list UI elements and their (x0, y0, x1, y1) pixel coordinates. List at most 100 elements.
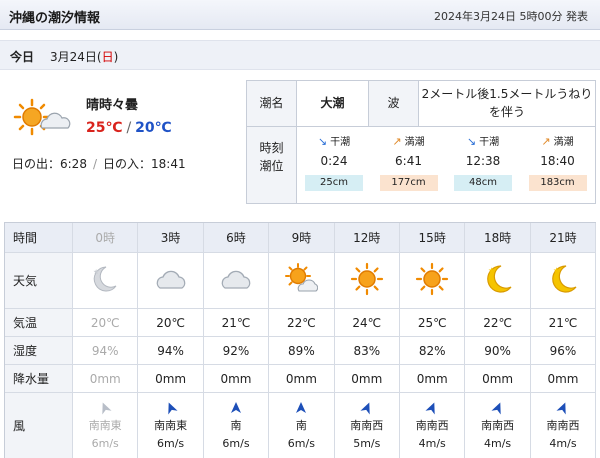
wind-speed: 6m/s (222, 436, 250, 450)
tide-time: 18:40 (540, 154, 575, 168)
weather-cell (269, 253, 335, 308)
tide-height: 183cm (528, 175, 587, 191)
date-suffix: ) (113, 50, 119, 64)
hour-label: 21時 (530, 223, 597, 252)
wind-cell: 南南東 6m/s (138, 393, 204, 458)
weather-cell (400, 253, 466, 308)
level-label: 潮位 (259, 159, 284, 173)
svg-text:★: ★ (488, 266, 495, 275)
row-label-time: 時間 (5, 223, 73, 252)
wind-cell: 南南西 4m/s (465, 393, 531, 458)
weather-cell (138, 253, 204, 308)
precip-cell: 0mm (204, 365, 270, 392)
wind-direction: 南南東 (88, 418, 122, 432)
page-title: 沖縄の潮汐情報 (9, 11, 101, 26)
wind-cell: 南 6m/s (204, 393, 270, 458)
temp-low: 20℃ (135, 120, 172, 136)
humidity-cell: 90% (465, 337, 531, 364)
tide-time: 6:41 (395, 154, 422, 168)
sun-separator: / (92, 157, 97, 171)
tide-arrow-icon: ↘ (317, 135, 328, 148)
sun-cloud-icon (284, 262, 319, 299)
temp-cell: 24℃ (335, 309, 400, 336)
wind-arrow-icon (167, 401, 178, 415)
hour-label: 12時 (334, 223, 400, 252)
date-label: 3月24日(日) (50, 48, 118, 65)
wind-speed: 6m/s (91, 436, 119, 450)
tide-time: 0:24 (320, 154, 348, 168)
sunrise: 日の出：6:28 (12, 157, 87, 171)
weather-cell: ★ (73, 253, 139, 308)
temp-cell: 22℃ (269, 309, 335, 336)
tide-kind: ↘ 干潮 (446, 133, 520, 148)
precip-cell: 0mm (335, 365, 400, 392)
precip-cell: 0mm (138, 365, 204, 392)
temperature-range: 25℃/20℃ (86, 120, 172, 136)
humidity-cell: 96% (531, 337, 597, 364)
wind-cell: 南南東 6m/s (73, 393, 139, 458)
precip-cell: 0mm (73, 365, 139, 392)
tide-height: 177cm (379, 175, 438, 191)
wave-label: 波 (369, 81, 419, 126)
hour-label: 9時 (269, 223, 335, 252)
tide-name-value: 大潮 (297, 81, 369, 126)
wind-arrow-icon (230, 401, 241, 413)
wind-direction: 南 (230, 418, 242, 432)
sun-times: 日の出：6:28 / 日の入：18:41 (12, 155, 186, 172)
temp-cell: 22℃ (465, 309, 531, 336)
wind-speed: 5m/s (353, 436, 381, 450)
tide-name-label: 潮名 (247, 81, 297, 126)
wind-arrow-icon (296, 401, 307, 413)
title-bar: 沖縄の潮汐情報 2024年3月24日 5時00分 発表 (0, 0, 600, 30)
tide-height: 25cm (305, 175, 363, 191)
hour-label: 18時 (465, 223, 531, 252)
hour-label: 3時 (138, 223, 204, 252)
wave-value: 2メートル後1.5メートルうねりを伴う (421, 87, 593, 119)
tide-height: 48cm (454, 175, 512, 191)
wind-cell: 南南西 4m/s (400, 393, 466, 458)
wind-direction: 南南西 (481, 418, 515, 432)
row-label-weather: 天気 (5, 253, 73, 308)
announce-time: 2024年3月24日 5時00分 発表 (434, 10, 588, 23)
tide-kind: ↘ 干潮 (297, 133, 371, 148)
wind-direction: 南南西 (546, 418, 580, 432)
forecast-row-temp: 気温 20℃ 20℃ 21℃ 22℃ 24℃ 25℃ 22℃ 21℃ (5, 309, 597, 337)
humidity-cell: 83% (335, 337, 400, 364)
humidity-cell: 92% (204, 337, 270, 364)
precip-cell: 0mm (269, 365, 335, 392)
wind-direction: 南 (295, 418, 307, 432)
humidity-cell: 89% (269, 337, 335, 364)
wind-direction: 南南西 (415, 418, 449, 432)
tide-kind: ↗ 満潮 (521, 133, 595, 148)
forecast-row-weather: 天気 ★ ★ ★ (5, 253, 597, 309)
temp-cell: 21℃ (204, 309, 270, 336)
temp-high: 25℃ (86, 120, 123, 136)
wind-arrow-icon (425, 401, 435, 415)
wind-direction: 南南西 (350, 418, 384, 432)
moon-icon: ★ (546, 262, 580, 299)
forecast-row-humidity: 湿度 94% 94% 92% 89% 83% 82% 90% 96% (5, 337, 597, 365)
sun-cloud-icon (12, 98, 74, 136)
temp-cell: 21℃ (531, 309, 597, 336)
row-label-temp: 気温 (5, 309, 73, 336)
tide-time: 12:38 (465, 154, 501, 168)
weather-cell (204, 253, 270, 308)
precip-cell: 0mm (400, 365, 466, 392)
cloud-icon (219, 262, 253, 299)
tide-row-name: 潮名 大潮 波 2メートル後1.5メートルうねりを伴う (247, 81, 595, 127)
weather-cell: ★ (465, 253, 531, 308)
wind-cell: 南南西 4m/s (531, 393, 597, 458)
wind-speed: 4m/s (549, 436, 577, 450)
weather-cell: ★ (531, 253, 597, 308)
moon-icon: ★ (481, 262, 515, 299)
wind-arrow-icon (556, 401, 566, 415)
wind-speed: 4m/s (484, 436, 512, 450)
tide-kind: ↗ 満潮 (372, 133, 446, 148)
forecast-row-wind: 風南南東 6m/s 南南東 6m/s 南 6m/s 南 6m/s 南南西 5m/s 南南西 4m/s 南… (5, 393, 597, 458)
precip-cell: 0mm (531, 365, 597, 392)
date-prefix: 3月24日( (50, 50, 102, 64)
sunset: 日の入：18:41 (103, 157, 186, 171)
row-label-wind: 風 (5, 393, 73, 458)
tide-kind-label: 満潮 (553, 137, 574, 148)
tide-arrow-icon: ↘ (466, 135, 477, 148)
